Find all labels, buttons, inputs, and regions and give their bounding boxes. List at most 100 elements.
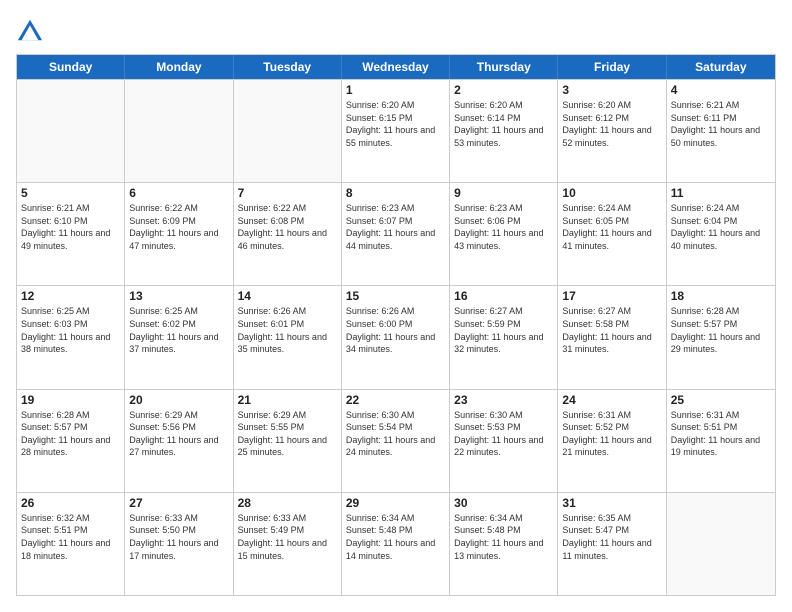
day-cell-empty-0-2 [234, 80, 342, 182]
day-number: 19 [21, 393, 120, 407]
day-number: 27 [129, 496, 228, 510]
day-cell-empty-0-1 [125, 80, 233, 182]
day-info: Sunrise: 6:35 AM Sunset: 5:47 PM Dayligh… [562, 512, 661, 562]
day-info: Sunrise: 6:31 AM Sunset: 5:52 PM Dayligh… [562, 409, 661, 459]
day-cell-2: 2 Sunrise: 6:20 AM Sunset: 6:14 PM Daylig… [450, 80, 558, 182]
day-number: 6 [129, 186, 228, 200]
day-info: Sunrise: 6:30 AM Sunset: 5:54 PM Dayligh… [346, 409, 445, 459]
calendar-week-4: 19 Sunrise: 6:28 AM Sunset: 5:57 PM Dayli… [17, 389, 775, 492]
calendar-week-3: 12 Sunrise: 6:25 AM Sunset: 6:03 PM Dayli… [17, 285, 775, 388]
day-info: Sunrise: 6:27 AM Sunset: 5:58 PM Dayligh… [562, 305, 661, 355]
day-info: Sunrise: 6:21 AM Sunset: 6:10 PM Dayligh… [21, 202, 120, 252]
day-number: 17 [562, 289, 661, 303]
day-number: 30 [454, 496, 553, 510]
day-number: 15 [346, 289, 445, 303]
day-info: Sunrise: 6:23 AM Sunset: 6:06 PM Dayligh… [454, 202, 553, 252]
calendar-week-5: 26 Sunrise: 6:32 AM Sunset: 5:51 PM Dayli… [17, 492, 775, 595]
day-number: 5 [21, 186, 120, 200]
day-number: 14 [238, 289, 337, 303]
day-number: 26 [21, 496, 120, 510]
day-cell-18: 18 Sunrise: 6:28 AM Sunset: 5:57 PM Dayli… [667, 286, 775, 388]
day-info: Sunrise: 6:25 AM Sunset: 6:02 PM Dayligh… [129, 305, 228, 355]
day-info: Sunrise: 6:27 AM Sunset: 5:59 PM Dayligh… [454, 305, 553, 355]
day-cell-15: 15 Sunrise: 6:26 AM Sunset: 6:00 PM Dayli… [342, 286, 450, 388]
weekday-header-tuesday: Tuesday [234, 55, 342, 79]
day-cell-12: 12 Sunrise: 6:25 AM Sunset: 6:03 PM Dayli… [17, 286, 125, 388]
day-number: 21 [238, 393, 337, 407]
day-cell-3: 3 Sunrise: 6:20 AM Sunset: 6:12 PM Daylig… [558, 80, 666, 182]
day-number: 10 [562, 186, 661, 200]
day-number: 12 [21, 289, 120, 303]
day-cell-empty-0-0 [17, 80, 125, 182]
day-number: 8 [346, 186, 445, 200]
day-number: 29 [346, 496, 445, 510]
calendar-body: 1 Sunrise: 6:20 AM Sunset: 6:15 PM Daylig… [17, 79, 775, 595]
day-number: 18 [671, 289, 771, 303]
day-cell-26: 26 Sunrise: 6:32 AM Sunset: 5:51 PM Dayli… [17, 493, 125, 595]
day-cell-24: 24 Sunrise: 6:31 AM Sunset: 5:52 PM Dayli… [558, 390, 666, 492]
day-cell-1: 1 Sunrise: 6:20 AM Sunset: 6:15 PM Daylig… [342, 80, 450, 182]
day-info: Sunrise: 6:26 AM Sunset: 6:00 PM Dayligh… [346, 305, 445, 355]
day-info: Sunrise: 6:34 AM Sunset: 5:48 PM Dayligh… [346, 512, 445, 562]
day-cell-30: 30 Sunrise: 6:34 AM Sunset: 5:48 PM Dayli… [450, 493, 558, 595]
day-info: Sunrise: 6:31 AM Sunset: 5:51 PM Dayligh… [671, 409, 771, 459]
day-info: Sunrise: 6:29 AM Sunset: 5:55 PM Dayligh… [238, 409, 337, 459]
day-cell-11: 11Sunrise: 6:24 AM Sunset: 6:04 PM Dayli… [667, 183, 775, 285]
day-number: 1 [346, 83, 445, 97]
header [16, 16, 776, 44]
day-info: Sunrise: 6:20 AM Sunset: 6:12 PM Dayligh… [562, 99, 661, 149]
day-info: Sunrise: 6:33 AM Sunset: 5:49 PM Dayligh… [238, 512, 337, 562]
day-number: 4 [671, 83, 771, 97]
day-number: 9 [454, 186, 553, 200]
day-number: 20 [129, 393, 228, 407]
day-number: 2 [454, 83, 553, 97]
day-cell-empty-4-6 [667, 493, 775, 595]
day-cell-25: 25 Sunrise: 6:31 AM Sunset: 5:51 PM Dayli… [667, 390, 775, 492]
day-number: 3 [562, 83, 661, 97]
day-info: Sunrise: 6:28 AM Sunset: 5:57 PM Dayligh… [21, 409, 120, 459]
day-info: Sunrise: 6:33 AM Sunset: 5:50 PM Dayligh… [129, 512, 228, 562]
day-info: Sunrise: 6:34 AM Sunset: 5:48 PM Dayligh… [454, 512, 553, 562]
day-info: Sunrise: 6:32 AM Sunset: 5:51 PM Dayligh… [21, 512, 120, 562]
day-cell-6: 6 Sunrise: 6:22 AM Sunset: 6:09 PM Daylig… [125, 183, 233, 285]
day-number: 25 [671, 393, 771, 407]
day-info: Sunrise: 6:29 AM Sunset: 5:56 PM Dayligh… [129, 409, 228, 459]
day-info: Sunrise: 6:28 AM Sunset: 5:57 PM Dayligh… [671, 305, 771, 355]
day-info: Sunrise: 6:30 AM Sunset: 5:53 PM Dayligh… [454, 409, 553, 459]
day-cell-31: 31Sunrise: 6:35 AM Sunset: 5:47 PM Dayli… [558, 493, 666, 595]
day-info: Sunrise: 6:20 AM Sunset: 6:14 PM Dayligh… [454, 99, 553, 149]
day-info: Sunrise: 6:26 AM Sunset: 6:01 PM Dayligh… [238, 305, 337, 355]
weekday-header-thursday: Thursday [450, 55, 558, 79]
day-number: 28 [238, 496, 337, 510]
weekday-header-monday: Monday [125, 55, 233, 79]
day-number: 22 [346, 393, 445, 407]
day-cell-10: 10 Sunrise: 6:24 AM Sunset: 6:05 PM Dayli… [558, 183, 666, 285]
day-info: Sunrise: 6:23 AM Sunset: 6:07 PM Dayligh… [346, 202, 445, 252]
logo-icon [16, 16, 44, 44]
day-cell-14: 14 Sunrise: 6:26 AM Sunset: 6:01 PM Dayli… [234, 286, 342, 388]
day-cell-21: 21 Sunrise: 6:29 AM Sunset: 5:55 PM Dayli… [234, 390, 342, 492]
day-cell-28: 28 Sunrise: 6:33 AM Sunset: 5:49 PM Dayli… [234, 493, 342, 595]
day-cell-22: 22 Sunrise: 6:30 AM Sunset: 5:54 PM Dayli… [342, 390, 450, 492]
day-info: Sunrise: 6:24 AM Sunset: 6:05 PM Dayligh… [562, 202, 661, 252]
day-cell-7: 7Sunrise: 6:22 AM Sunset: 6:08 PM Daylig… [234, 183, 342, 285]
day-cell-16: 16 Sunrise: 6:27 AM Sunset: 5:59 PM Dayli… [450, 286, 558, 388]
day-cell-9: 9 Sunrise: 6:23 AM Sunset: 6:06 PM Daylig… [450, 183, 558, 285]
day-cell-29: 29 Sunrise: 6:34 AM Sunset: 5:48 PM Dayli… [342, 493, 450, 595]
day-info: Sunrise: 6:20 AM Sunset: 6:15 PM Dayligh… [346, 99, 445, 149]
calendar-week-1: 1 Sunrise: 6:20 AM Sunset: 6:15 PM Daylig… [17, 79, 775, 182]
day-number: 13 [129, 289, 228, 303]
day-cell-27: 27 Sunrise: 6:33 AM Sunset: 5:50 PM Dayli… [125, 493, 233, 595]
day-cell-13: 13 Sunrise: 6:25 AM Sunset: 6:02 PM Dayli… [125, 286, 233, 388]
page: SundayMondayTuesdayWednesdayThursdayFrid… [0, 0, 792, 612]
day-info: Sunrise: 6:22 AM Sunset: 6:09 PM Dayligh… [129, 202, 228, 252]
day-info: Sunrise: 6:25 AM Sunset: 6:03 PM Dayligh… [21, 305, 120, 355]
day-number: 24 [562, 393, 661, 407]
day-cell-5: 5 Sunrise: 6:21 AM Sunset: 6:10 PM Daylig… [17, 183, 125, 285]
day-cell-8: 8 Sunrise: 6:23 AM Sunset: 6:07 PM Daylig… [342, 183, 450, 285]
day-number: 11 [671, 186, 771, 200]
day-number: 16 [454, 289, 553, 303]
day-number: 7 [238, 186, 337, 200]
logo [16, 16, 46, 44]
weekday-header-friday: Friday [558, 55, 666, 79]
